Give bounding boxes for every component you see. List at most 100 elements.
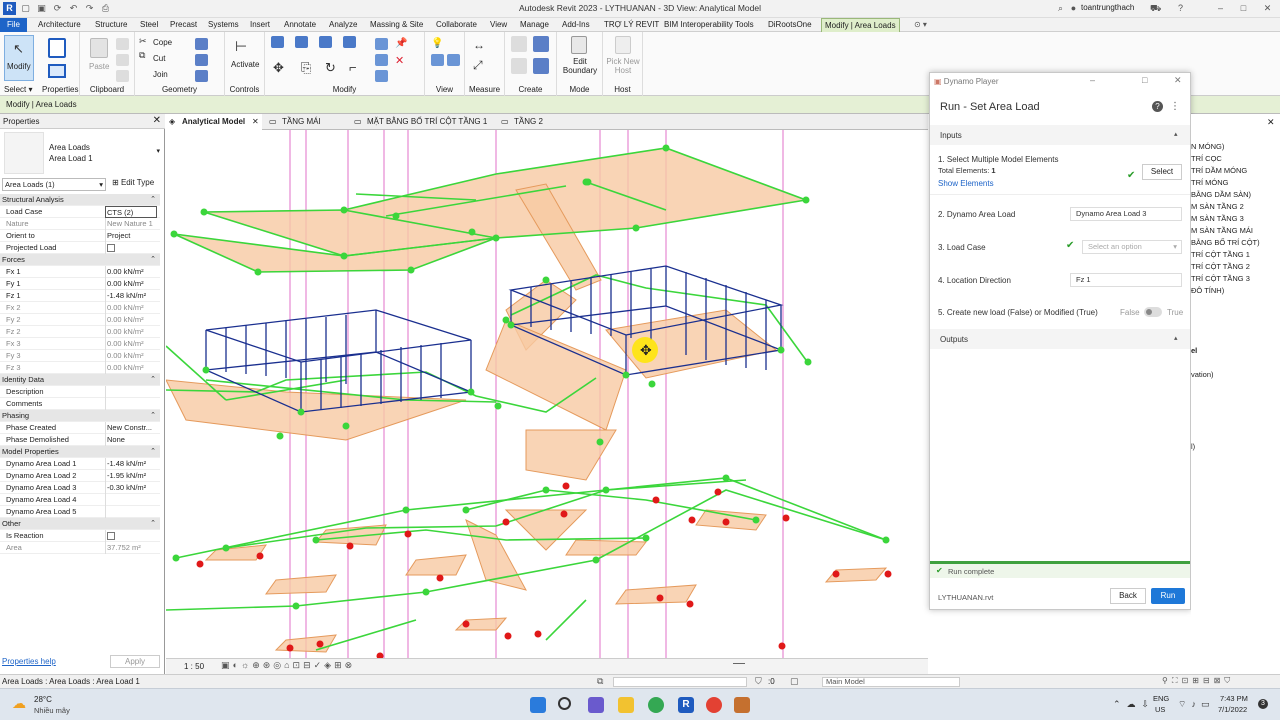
checkbox[interactable] <box>107 244 115 252</box>
properties-button[interactable] <box>42 36 72 82</box>
wall-join-icon[interactable] <box>195 38 208 50</box>
property-value[interactable]: 0.00 kN/m² <box>105 302 157 314</box>
checkbox[interactable] <box>107 532 115 540</box>
edit-boundary-button[interactable]: Edit Boundary <box>560 57 600 75</box>
filter-icon[interactable]: ⛉ <box>755 676 762 687</box>
workset-dropdown[interactable] <box>613 677 747 687</box>
collapse-icon[interactable]: ⌃ <box>150 518 156 530</box>
browser-item[interactable]: BẰNG DẦM SÀN) <box>1191 190 1251 199</box>
browser-item[interactable]: TRÍ CỘT TẦNG 2 <box>1191 262 1250 271</box>
dimension-icon[interactable]: ⤢ <box>473 58 486 72</box>
show-elements-link[interactable]: Show Elements <box>938 179 994 188</box>
apply-button[interactable]: Apply <box>110 655 160 668</box>
property-value[interactable]: New Constr... <box>105 422 157 434</box>
hide-icon[interactable]: 💡 <box>431 38 444 50</box>
dynamo-more-icon[interactable]: ⋮ <box>1170 101 1180 112</box>
browser-item[interactable]: TRÍ DẦM MÓNG <box>1191 166 1247 175</box>
dynamo-minimize-icon[interactable]: – <box>1090 75 1095 85</box>
create-similar-icon[interactable] <box>533 58 549 74</box>
property-row[interactable]: Phase Created New Constr... <box>0 422 160 434</box>
user-name[interactable]: toantrungthach <box>1081 3 1134 12</box>
tab-modify-area-loads[interactable]: Modify | Area Loads <box>821 18 900 32</box>
help-icon[interactable]: ? <box>1175 3 1186 14</box>
property-row[interactable]: Orient to Project <box>0 230 160 242</box>
tab-view[interactable]: View <box>490 18 507 32</box>
property-row[interactable]: Fx 2 0.00 kN/m² <box>0 302 160 314</box>
view-tab-tang-mai[interactable]: ▭ TẦNG MÁI <box>266 114 321 130</box>
property-value[interactable] <box>105 506 157 518</box>
browser-item[interactable]: BẰNG BỐ TRÍ CỘT) <box>1191 238 1260 247</box>
property-row[interactable]: Load Case CTS (2) <box>0 206 160 218</box>
minimize-icon[interactable]: – <box>1215 3 1226 14</box>
pick-new-host-button[interactable]: Pick New Host <box>603 57 643 75</box>
instance-filter-dropdown[interactable]: Area Loads (1) ▾ <box>2 178 106 191</box>
edit-boundary-icon[interactable] <box>571 36 587 54</box>
browser-item[interactable]: N MÓNG) <box>1191 142 1224 151</box>
cart-icon[interactable]: ⛟ <box>1150 3 1161 14</box>
dynamo-maximize-icon[interactable]: □ <box>1142 75 1147 85</box>
split-face-icon[interactable] <box>195 54 208 66</box>
tab-collaborate[interactable]: Collaborate <box>436 18 477 32</box>
offset-icon[interactable] <box>295 36 308 48</box>
copy-element-icon[interactable]: ⎘ <box>301 60 314 75</box>
view-scale[interactable]: 1 : 50 <box>184 662 204 671</box>
property-value[interactable]: -1.48 kN/m² <box>105 290 157 302</box>
property-category[interactable]: Other ⌃ <box>0 518 160 530</box>
property-value[interactable] <box>105 530 157 542</box>
tab-massing-site[interactable]: Massing & Site <box>370 18 423 32</box>
align-icon[interactable] <box>271 36 284 48</box>
chrome-2-icon[interactable] <box>706 697 722 713</box>
browser-item[interactable]: TRÍ CỌC <box>1191 154 1222 163</box>
override-icon[interactable] <box>431 54 444 66</box>
split-icon[interactable] <box>375 38 388 50</box>
search-icon[interactable]: ⌕ <box>1055 3 1066 14</box>
property-row[interactable]: Fx 1 0.00 kN/m² <box>0 266 160 278</box>
close-icon[interactable]: ✕ <box>1262 3 1273 14</box>
tab-precast[interactable]: Precast <box>170 18 197 32</box>
copy-icon[interactable] <box>116 38 129 50</box>
modify-button[interactable]: ↖ Modify <box>4 35 34 81</box>
browser-close-icon[interactable]: ✕ <box>1267 117 1275 128</box>
tab-structure[interactable]: Structure <box>95 18 127 32</box>
cut-geometry-icon[interactable]: ✂ <box>139 36 152 48</box>
tab-overflow-icon[interactable]: ⊙ ▾ <box>914 18 927 32</box>
tab-insert[interactable]: Insert <box>250 18 270 32</box>
property-value[interactable] <box>105 398 157 410</box>
tab-analyze[interactable]: Analyze <box>329 18 357 32</box>
property-value[interactable]: CTS (2) <box>105 206 157 218</box>
paste-icon[interactable] <box>90 38 108 58</box>
join-geometry-icon[interactable]: ⧉ <box>139 50 152 62</box>
back-button[interactable]: Back <box>1110 588 1146 604</box>
join-button[interactable]: Join <box>153 70 168 79</box>
tab-manage[interactable]: Manage <box>520 18 549 32</box>
tab-architecture[interactable]: Architecture <box>38 18 81 32</box>
tab-close-icon[interactable]: ✕ <box>252 114 259 130</box>
tab-add-ins[interactable]: Add-Ins <box>562 18 590 32</box>
property-row[interactable]: Fy 1 0.00 kN/m² <box>0 278 160 290</box>
dynamo-help-icon[interactable]: ? <box>1152 101 1163 112</box>
location-direction-field[interactable]: Fz 1 <box>1070 273 1182 287</box>
property-row[interactable]: Area 37.752 m² <box>0 542 160 554</box>
worksets-icon[interactable]: ⧉ <box>597 676 603 687</box>
clock-date[interactable]: 7/1/2022 <box>1218 705 1247 714</box>
area-load-field[interactable]: Dynamo Area Load 3 <box>1070 207 1182 221</box>
tab-annotate[interactable]: Annotate <box>284 18 316 32</box>
property-row[interactable]: Phase Demolished None <box>0 434 160 446</box>
property-row[interactable]: Dynamo Area Load 2 -1.95 kN/m² <box>0 470 160 482</box>
pick-new-host-icon[interactable] <box>615 36 631 54</box>
property-value[interactable]: -0.30 kN/m² <box>105 482 157 494</box>
dynamo-taskbar-icon[interactable] <box>734 697 750 713</box>
property-value[interactable]: 0.00 kN/m² <box>105 326 157 338</box>
property-row[interactable]: Projected Load <box>0 242 160 254</box>
property-value[interactable]: 0.00 kN/m² <box>105 314 157 326</box>
browser-item[interactable]: TRÍ MÓNG <box>1191 178 1229 187</box>
linework-icon[interactable] <box>447 54 460 66</box>
tab-tro-ly-revit[interactable]: TRỢ LÝ REVIT <box>604 18 659 32</box>
analytical-model-3d-view[interactable]: ✥ <box>165 130 928 660</box>
property-row[interactable]: Dynamo Area Load 5 <box>0 506 160 518</box>
property-category[interactable]: Model Properties ⌃ <box>0 446 160 458</box>
outputs-section-header[interactable]: Outputs ▴ <box>930 329 1190 349</box>
language-1[interactable]: ENG <box>1153 694 1169 703</box>
select-button[interactable]: Select <box>1142 164 1182 180</box>
paint-icon[interactable] <box>195 70 208 82</box>
